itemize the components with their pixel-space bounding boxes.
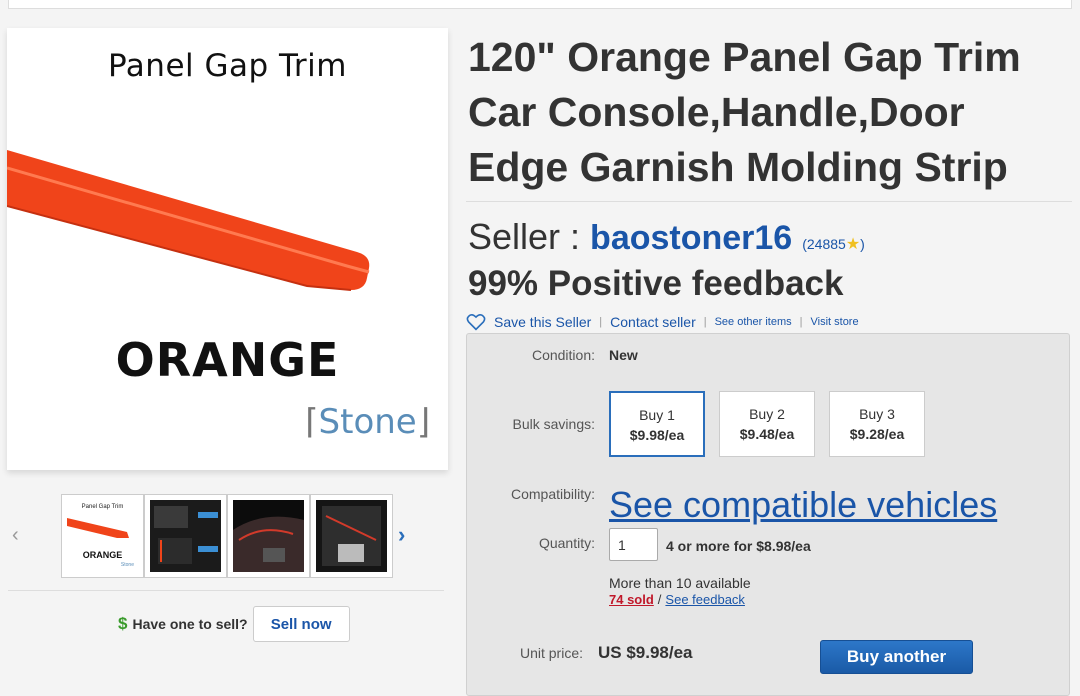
thumbnail-1-color: ORANGE: [82, 550, 123, 560]
sold-row: 74 sold / See feedback: [609, 592, 745, 607]
seller-row: Seller : baostoner16 (24885★): [468, 216, 865, 260]
star-icon: ★: [845, 236, 861, 253]
seller-name-link[interactable]: baostoner16: [590, 219, 792, 258]
seller-label: Seller :: [468, 216, 581, 257]
buy-3-option[interactable]: Buy 3 $9.28/ea: [829, 391, 925, 457]
see-other-items-link[interactable]: See other items: [715, 316, 792, 328]
buy-another-button[interactable]: Buy another: [820, 640, 973, 674]
sell-now-button[interactable]: Sell now: [252, 606, 350, 642]
sold-count-link[interactable]: 74 sold: [609, 592, 654, 607]
thumbnail-3-graphic: [233, 516, 304, 572]
seller-links: Save this Seller | Contact seller | See …: [466, 312, 859, 332]
thumbnail-2[interactable]: [144, 494, 227, 578]
thumbnail-1-title: Panel Gap Trim: [81, 504, 124, 510]
thumbnail-4-graphic: [322, 506, 381, 566]
buy-3-qty: Buy 3: [859, 406, 895, 422]
quantity-label: Quantity:: [538, 535, 595, 551]
main-product-image[interactable]: Panel Gap Trim ORANGE ⌈Stone⌋: [7, 28, 448, 470]
quantity-input[interactable]: [609, 528, 658, 561]
brand-logo: ⌈Stone⌋: [305, 402, 430, 442]
thumbnail-2-graphic: [154, 506, 218, 564]
thumbnail-1-strip: [67, 518, 129, 538]
sell-question: Have one to sell?: [132, 616, 248, 632]
buy-3-price: $9.28/ea: [849, 426, 905, 442]
visit-store-link[interactable]: Visit store: [811, 316, 859, 328]
buy-2-option[interactable]: Buy 2 $9.48/ea: [719, 391, 815, 457]
compatibility-label: Compatibility:: [510, 486, 595, 502]
divider: [8, 590, 444, 591]
separator: |: [799, 316, 803, 328]
save-seller-link[interactable]: Save this Seller: [494, 314, 591, 330]
separator: /: [657, 592, 662, 607]
dollar-icon: $: [118, 614, 128, 633]
condition-label: Condition:: [531, 347, 595, 363]
heart-icon[interactable]: [466, 313, 486, 331]
separator: |: [703, 316, 707, 328]
top-bar: [8, 0, 1072, 9]
thumbnail-3[interactable]: [227, 494, 310, 578]
bulk-savings-label: Bulk savings:: [512, 416, 595, 432]
sell-row: $ Have one to sell? Sell now: [118, 606, 350, 642]
buy-2-qty: Buy 2: [749, 406, 785, 422]
contact-seller-link[interactable]: Contact seller: [610, 314, 696, 330]
condition-value: New: [609, 347, 638, 363]
unit-price-value: US $9.98/ea: [598, 643, 693, 662]
separator: |: [599, 316, 603, 328]
thumbnail-next-icon[interactable]: ›: [398, 522, 405, 548]
thumbnail-4[interactable]: [310, 494, 393, 578]
trim-strip-graphic: [7, 150, 370, 291]
buy-1-option[interactable]: Buy 1 $9.98/ea: [609, 391, 705, 457]
buy-2-price: $9.48/ea: [739, 426, 795, 442]
listing-title: 120" Orange Panel Gap Trim Car Console,H…: [468, 34, 1021, 190]
divider: [466, 201, 1072, 202]
see-compatible-vehicles-link[interactable]: See compatible vehicles: [609, 484, 997, 526]
positive-feedback: 99% Positive feedback: [468, 264, 844, 303]
thumbnail-1-brand: Stone: [120, 562, 134, 568]
buy-1-price: $9.98/ea: [629, 427, 685, 443]
thumbnail-1[interactable]: Panel Gap Trim ORANGE Stone: [61, 494, 144, 578]
quantity-discount-note: 4 or more for $8.98/ea: [666, 538, 811, 554]
unit-price-label: Unit price:: [519, 645, 583, 661]
image-color-label: ORANGE: [115, 333, 340, 387]
see-feedback-link[interactable]: See feedback: [665, 592, 745, 607]
thumbnail-prev-icon[interactable]: ‹: [12, 524, 19, 547]
availability: More than 10 available: [609, 575, 751, 591]
seller-score: (24885★): [802, 236, 865, 253]
purchase-panel: Condition: New Bulk savings: Buy 1 $9.98…: [466, 333, 1070, 696]
buy-1-qty: Buy 1: [639, 407, 675, 423]
